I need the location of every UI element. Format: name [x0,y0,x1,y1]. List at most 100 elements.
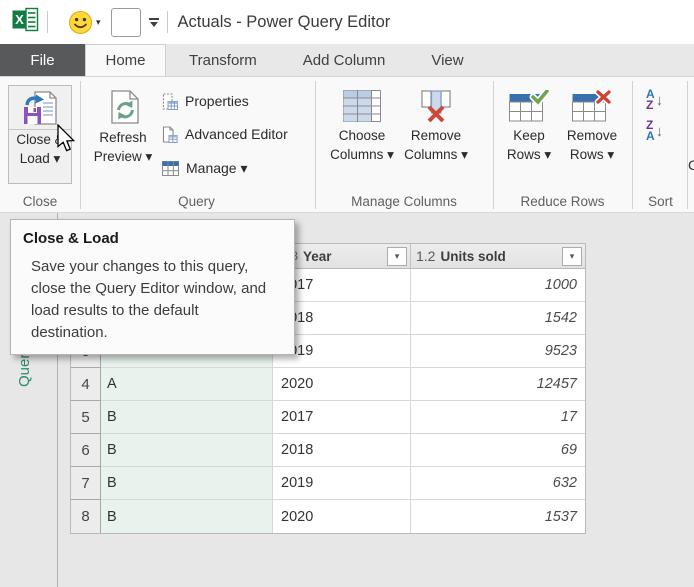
table-row: 6 B 2018 69 [71,434,585,467]
tab-home[interactable]: Home [85,44,166,76]
product-cell[interactable]: A [101,368,273,401]
remove-rows-icon [560,85,624,126]
advanced-editor-label: Advanced Editor [185,126,288,142]
power-query-editor-window: X ▾ Actuals - Power Query Editor File Ho… [0,0,694,587]
remove-columns-label-1: Remove [411,126,461,145]
advanced-editor-icon [162,126,178,143]
manage-label: Manage ▾ [186,160,248,177]
remove-rows-label-2: Rows ▾ [570,145,614,164]
group-separator [493,81,494,209]
advanced-editor-button[interactable]: Advanced Editor [162,124,288,144]
units-sold-header-label: Units sold [440,249,505,264]
tab-view[interactable]: View [408,44,486,76]
filter-dropdown-button[interactable]: ▾ [562,247,582,266]
product-cell[interactable]: B [101,434,273,467]
titlebar-divider-2 [167,11,168,33]
remove-columns-icon [400,85,472,126]
row-number-cell[interactable]: 6 [71,434,101,467]
group-label-close: Close [8,194,72,209]
manage-icon [162,161,179,176]
table-row: 4 A 2020 12457 [71,368,585,401]
year-cell[interactable]: 2017 [273,401,411,434]
tab-add-column[interactable]: Add Column [280,44,409,76]
year-header-label: Year [303,249,332,264]
excel-logo-icon: X [12,7,39,37]
qat-customize-icon[interactable] [149,18,159,27]
sort-ascending-button[interactable]: A Z ↓ [646,89,663,111]
units-sold-cell[interactable]: 17 [411,401,585,434]
group-label-query: Query [84,194,309,209]
titlebar-divider [47,11,48,33]
keep-rows-label-2: Rows ▾ [507,145,551,164]
close-and-load-button[interactable]: Close & Load ▾ [8,85,72,184]
title-bar: X ▾ Actuals - Power Query Editor [0,0,694,44]
refresh-preview-icon [88,85,158,128]
decimal-type-icon[interactable]: 1.2 [416,248,435,264]
product-cell[interactable]: B [101,467,273,500]
tab-file[interactable]: File [0,44,85,76]
feedback-smiley-button[interactable]: ▾ [68,10,101,35]
units-sold-cell[interactable]: 69 [411,434,585,467]
remove-rows-label-1: Remove [567,126,617,145]
window-title: Actuals - Power Query Editor [178,13,391,32]
keep-rows-button[interactable]: Keep Rows ▾ [501,85,557,184]
units-sold-cell[interactable]: 9523 [411,335,585,368]
sort-down-arrow-icon: ↓ [656,123,664,140]
year-cell[interactable]: 2020 [273,500,411,533]
remove-rows-button[interactable]: Remove Rows ▾ [560,85,624,184]
smiley-icon [68,10,93,35]
tab-transform[interactable]: Transform [166,44,280,76]
row-number-cell[interactable]: 5 [71,401,101,434]
units-sold-cell[interactable]: 1542 [411,302,585,335]
ribbon-tabs: File Home Transform Add Column View [0,44,694,76]
filter-caret-icon: ▾ [395,251,400,262]
filter-dropdown-button[interactable]: ▾ [387,247,407,266]
row-number-cell[interactable]: 4 [71,368,101,401]
editor-content-area: Queries 123 Year ▾ 1.2 Units sold ▾ [0,213,694,587]
properties-button[interactable]: Properties [162,91,249,111]
table-row: 7 B 2019 632 [71,467,585,500]
group-label-sort: Sort [636,194,685,209]
group-label-manage-columns: Manage Columns [319,194,489,209]
product-cell[interactable]: B [101,500,273,533]
year-cell[interactable]: 2019 [273,467,411,500]
row-number-cell[interactable]: 8 [71,500,101,533]
units-sold-cell[interactable]: 12457 [411,368,585,401]
quick-access-empty-button[interactable] [111,8,141,37]
product-cell[interactable]: B [101,401,273,434]
sort-down-arrow-icon: ↓ [656,92,664,109]
row-number-cell[interactable]: 7 [71,467,101,500]
table-row: 8 B 2020 1537 [71,500,585,533]
choose-columns-button[interactable]: Choose Columns ▾ [324,85,400,184]
tooltip-body: Save your changes to this query, close t… [31,256,279,344]
properties-icon [162,93,178,110]
keep-rows-label-1: Keep [513,126,545,145]
group-separator [687,81,688,209]
units-sold-cell[interactable]: 1000 [411,269,585,302]
manage-button[interactable]: Manage ▾ [162,158,248,178]
units-sold-column-header[interactable]: 1.2 Units sold ▾ [411,244,585,269]
remove-columns-button[interactable]: Remove Columns ▾ [400,85,472,184]
filter-caret-icon: ▾ [570,251,575,262]
sort-az-icon: A Z [646,89,655,111]
units-sold-cell[interactable]: 1537 [411,500,585,533]
properties-label: Properties [185,93,249,109]
ribbon: Close & Load ▾ Close Refresh Preview ▾ [0,76,694,213]
clipped-next-group-text: C [688,157,694,173]
year-cell[interactable]: 2018 [273,434,411,467]
table-row: 5 B 2017 17 [71,401,585,434]
close-load-tooltip: Close & Load Save your changes to this q… [10,219,295,355]
smiley-caret-icon[interactable]: ▾ [96,17,101,28]
choose-columns-icon [324,85,400,126]
sort-descending-button[interactable]: Z A ↓ [646,120,663,142]
refresh-label-1: Refresh [99,128,146,147]
group-separator [315,81,316,209]
units-sold-cell[interactable]: 632 [411,467,585,500]
refresh-label-2: Preview ▾ [94,147,153,166]
refresh-preview-button[interactable]: Refresh Preview ▾ [88,85,158,184]
group-separator [80,81,81,209]
year-cell[interactable]: 2020 [273,368,411,401]
keep-rows-icon [501,85,557,126]
sort-za-icon: Z A [646,120,655,142]
tooltip-title: Close & Load [23,230,294,247]
